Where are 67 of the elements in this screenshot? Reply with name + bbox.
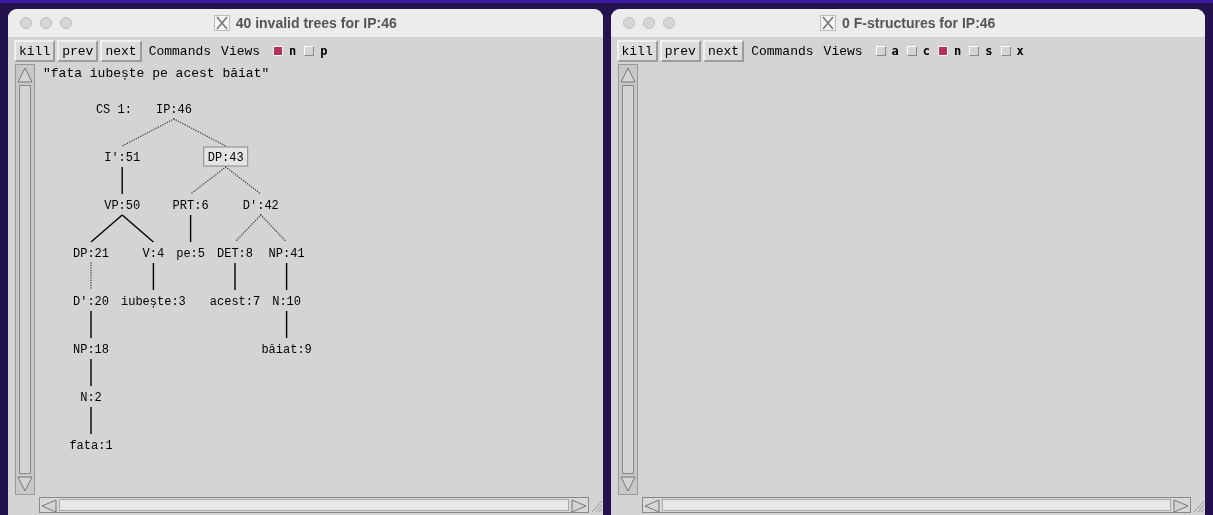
tree-label: CS 1: <box>95 103 132 117</box>
window-control-button[interactable] <box>622 17 635 29</box>
checkbox[interactable] <box>1000 46 1011 56</box>
window-control-button[interactable] <box>40 17 52 29</box>
checkbox[interactable] <box>938 46 949 56</box>
toolbar-button[interactable]: kill <box>14 40 56 62</box>
x11-icon <box>213 15 230 31</box>
scroll-up-arrow-icon[interactable] <box>16 65 34 85</box>
tree-node[interactable]: D':20 <box>73 295 109 309</box>
checkbox[interactable] <box>875 46 886 56</box>
checkbox-label: p <box>320 44 328 58</box>
tree-node[interactable]: I':51 <box>104 151 141 165</box>
toolbar-button[interactable]: prev <box>57 40 99 62</box>
window-control-button[interactable] <box>20 17 32 29</box>
toolbar-button[interactable]: prev <box>659 40 701 62</box>
tree-node[interactable]: NP:18 <box>73 343 109 357</box>
scroll-left-arrow-icon[interactable] <box>40 498 58 514</box>
toolbar-button[interactable]: next <box>702 40 745 62</box>
tree-node[interactable]: iubește:3 <box>121 295 186 309</box>
tree-node[interactable]: fata:1 <box>69 439 113 453</box>
checkbox-label: c <box>922 44 931 58</box>
tree-node[interactable]: VP:50 <box>104 199 141 213</box>
window-control-button[interactable] <box>642 17 655 29</box>
checkbox-label: s <box>985 44 993 58</box>
window-title: 0 F-structures for IP:46 <box>842 15 996 31</box>
tree-node[interactable]: PRT:6 <box>172 199 209 213</box>
tree-node[interactable]: DET:8 <box>217 247 253 261</box>
tree-node[interactable]: IP:46 <box>155 103 192 117</box>
scroll-right-arrow-icon[interactable] <box>1172 498 1190 514</box>
checkbox-label: a <box>891 44 899 58</box>
checkbox-label: n <box>289 44 297 58</box>
vertical-scrollbar[interactable] <box>19 85 31 474</box>
tree-node[interactable]: NP:41 <box>268 247 305 261</box>
tree-node[interactable]: N:10 <box>272 295 301 309</box>
scroll-right-arrow-icon[interactable] <box>569 498 588 514</box>
checkbox-label: x <box>1016 44 1024 58</box>
tree-node[interactable]: DP:43 <box>203 146 249 167</box>
toolbar-button[interactable]: next <box>100 40 142 62</box>
tree-node[interactable]: băiat:9 <box>261 343 312 357</box>
scroll-up-arrow-icon[interactable] <box>618 65 637 85</box>
window-control-button[interactable] <box>60 17 72 29</box>
menu-item[interactable]: Commands <box>751 43 814 59</box>
tree-node[interactable]: pe:5 <box>176 247 205 261</box>
scroll-down-arrow-icon[interactable] <box>16 474 34 494</box>
checkbox[interactable] <box>906 46 917 56</box>
tree-node[interactable]: N:2 <box>80 391 102 405</box>
tree-node[interactable]: acest:7 <box>209 295 261 309</box>
tree-node[interactable]: D':42 <box>242 199 279 213</box>
checkbox-label: n <box>954 44 962 58</box>
tree-node[interactable]: DP:21 <box>73 247 109 261</box>
checkbox[interactable] <box>969 46 980 56</box>
horizontal-scrollbar[interactable] <box>59 499 569 511</box>
menu-item[interactable]: Views <box>823 43 863 59</box>
menu-item[interactable]: Commands <box>148 43 212 59</box>
tree-node[interactable]: V:4 <box>142 247 165 261</box>
checkbox[interactable] <box>273 46 284 56</box>
checkbox[interactable] <box>304 46 315 56</box>
x11-icon <box>820 15 837 31</box>
vertical-scrollbar[interactable] <box>621 85 634 474</box>
window-title: 40 invalid trees for IP:46 <box>235 15 397 31</box>
scroll-left-arrow-icon[interactable] <box>642 498 661 514</box>
menu-item[interactable]: Views <box>221 43 261 59</box>
scroll-down-arrow-icon[interactable] <box>618 474 637 494</box>
horizontal-scrollbar[interactable] <box>661 499 1171 511</box>
sentence-text: "fata iubește pe acest băiat" <box>42 65 271 81</box>
window-control-button[interactable] <box>662 17 675 29</box>
toolbar-button[interactable]: kill <box>616 40 658 62</box>
